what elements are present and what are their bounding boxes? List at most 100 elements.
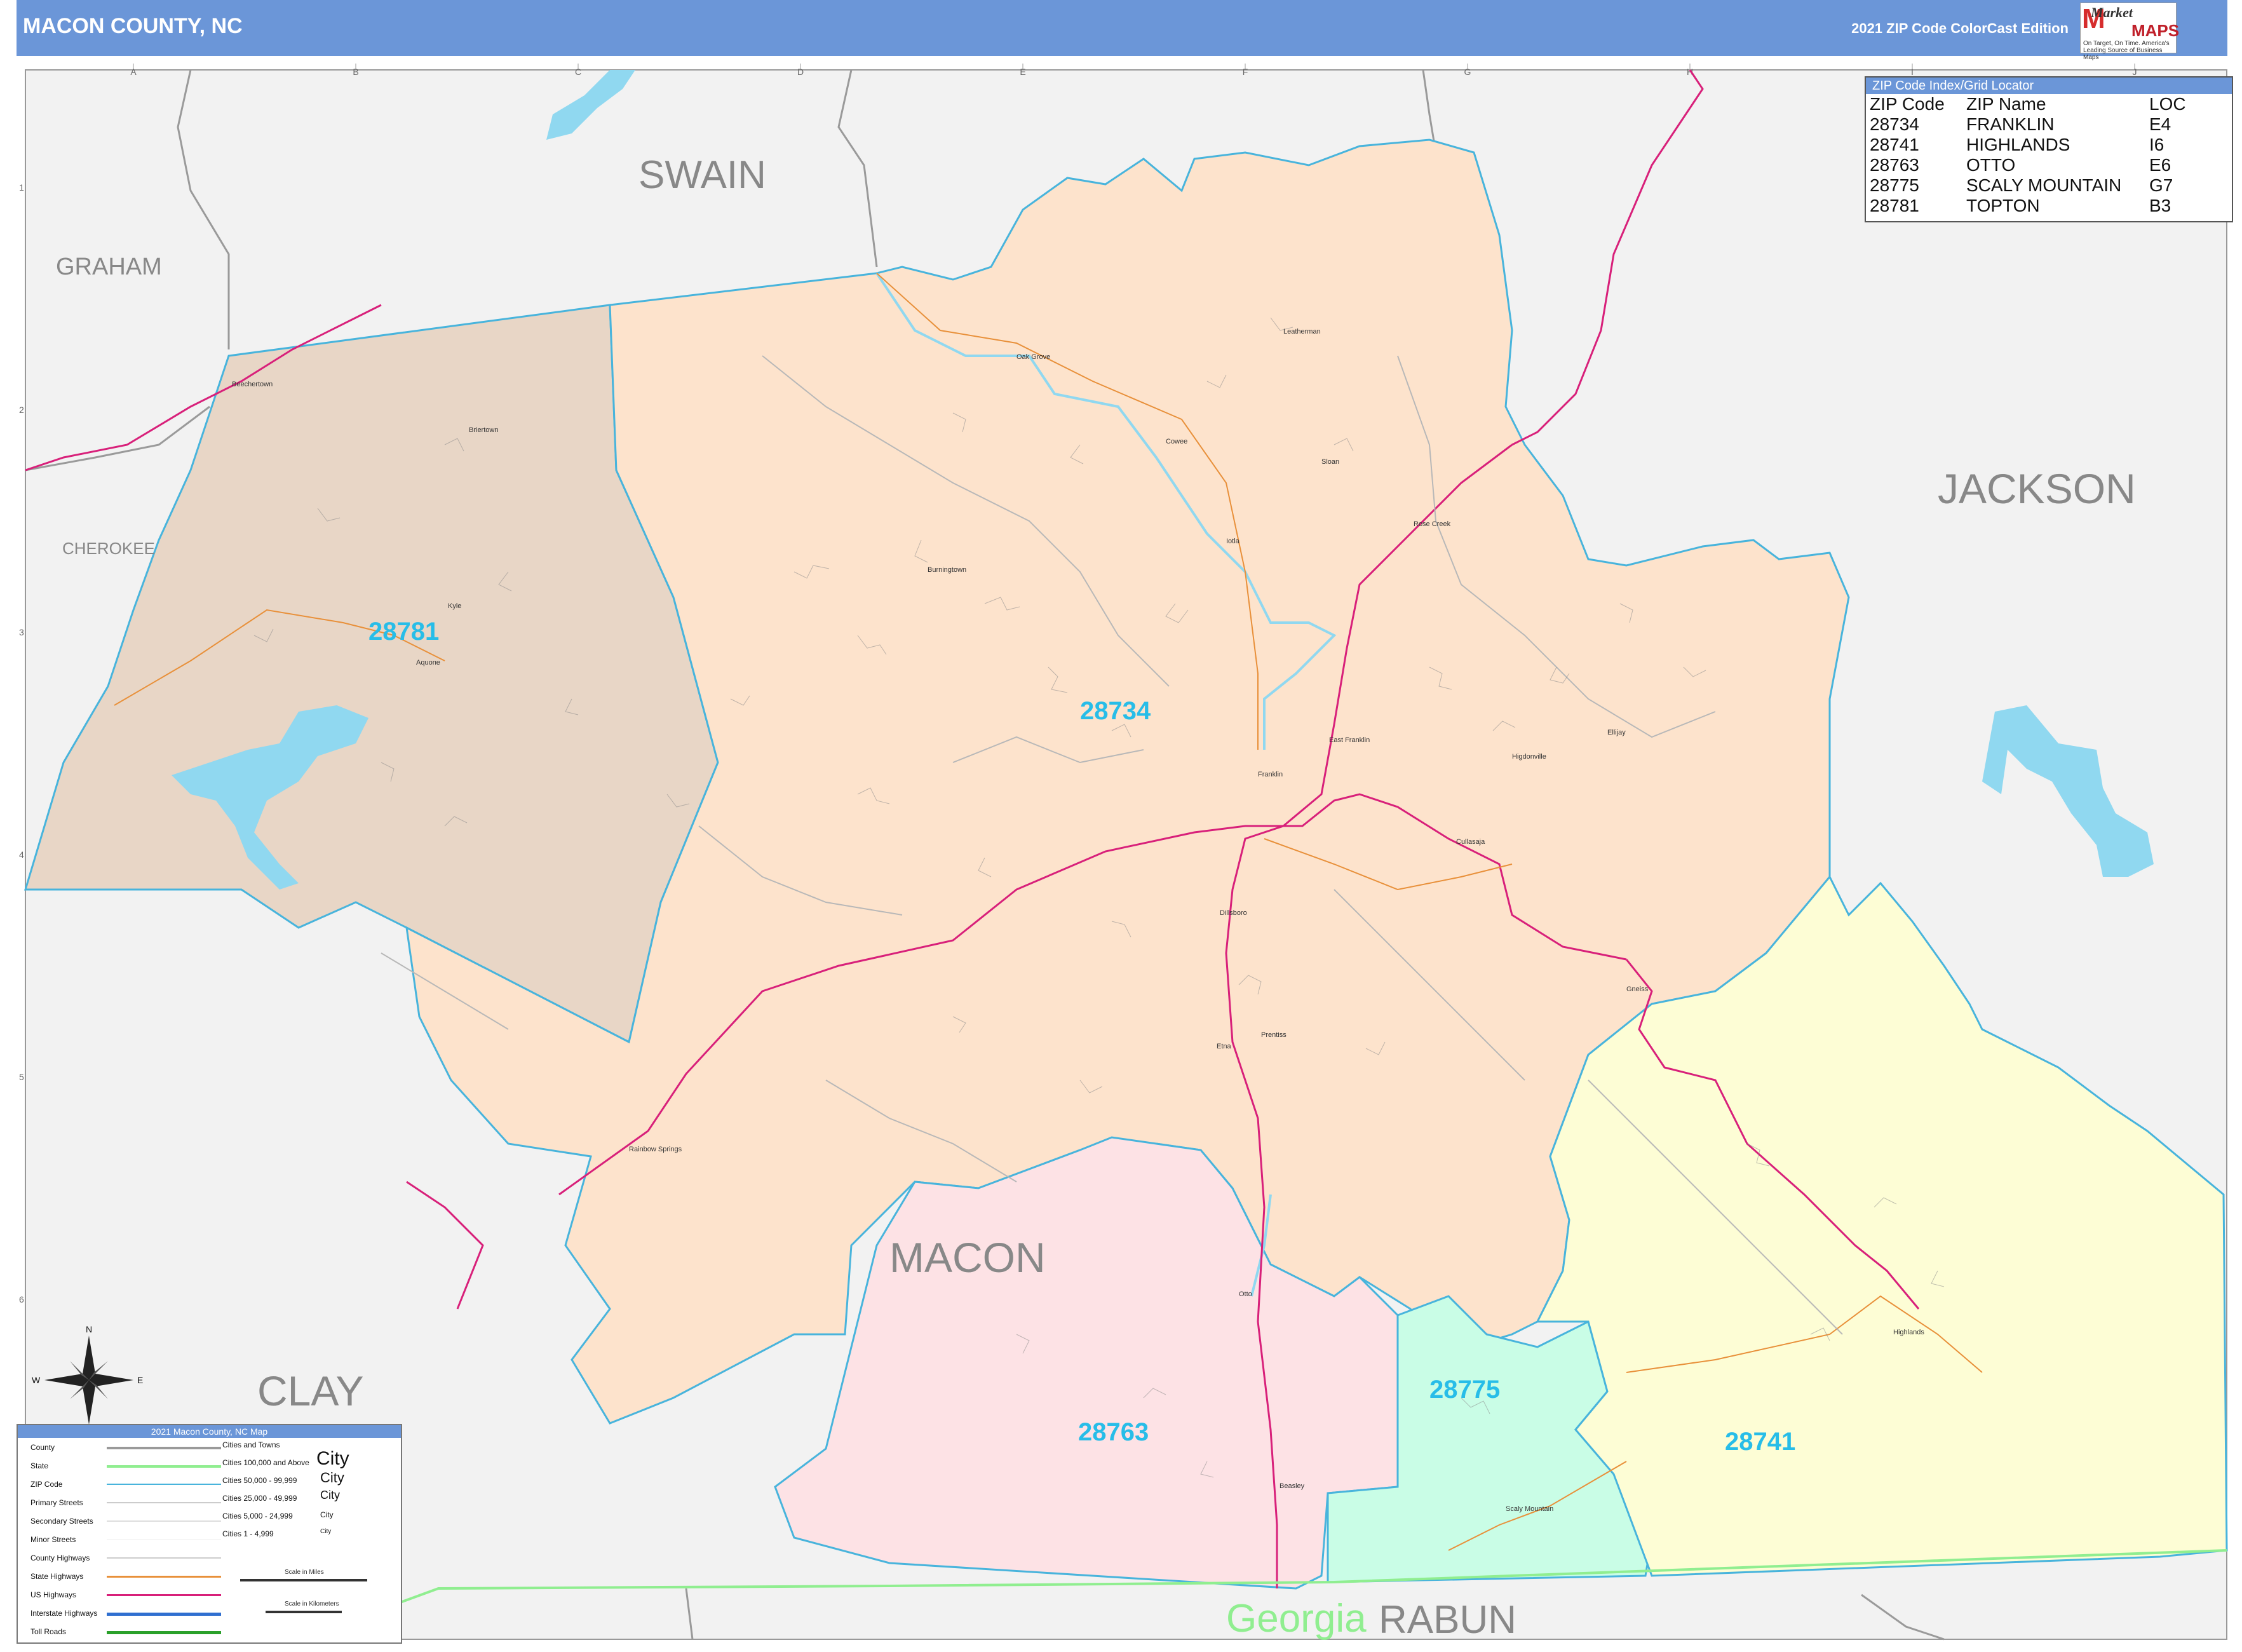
- map-legend: 2021 Macon County, NC Map County State Z…: [17, 1424, 402, 1644]
- legend-us-hwy: US Highways: [30, 1590, 77, 1599]
- grid-col-b: B: [353, 67, 358, 77]
- legend-interstate: Interstate Highways: [30, 1609, 98, 1618]
- zip-loc-cell: E4: [2149, 114, 2171, 134]
- legend-city-sample-tiny: City: [320, 1528, 332, 1535]
- town-scaly-mountain: Scaly Mountain: [1506, 1505, 1553, 1513]
- legend-scale-miles-bar: [240, 1579, 367, 1581]
- legend-swatch-interstate: [107, 1613, 221, 1616]
- town-rainbow-springs: Rainbow Springs: [629, 1146, 682, 1153]
- zip-loc-cell: G7: [2149, 175, 2173, 195]
- legend-city-sample-xsmall: City: [320, 1510, 334, 1519]
- town-oak-grove: Oak Grove: [1016, 353, 1050, 361]
- town-cowee: Cowee: [1166, 438, 1187, 445]
- town-gneiss: Gneiss: [1626, 985, 1649, 993]
- zip-name-cell: HIGHLANDS: [1966, 135, 2070, 154]
- town-beasley: Beasley: [1280, 1482, 1305, 1490]
- legend-swatch-primary: [107, 1502, 221, 1503]
- grid-col-d: D: [797, 67, 804, 77]
- zip-code-cell: 28775: [1870, 175, 1919, 195]
- town-otto: Otto: [1239, 1290, 1252, 1298]
- zip-code-map: A B C D E F G H I J 1 2 3 4 5 6 7: [19, 64, 2228, 1642]
- compass-e: E: [137, 1375, 143, 1385]
- zip-name-cell: OTTO: [1966, 155, 2016, 175]
- legend-city-sample-large: City: [316, 1448, 349, 1469]
- grid-col-j: J: [2133, 67, 2137, 77]
- legend-city-tier-3: Cities 25,000 - 49,999: [222, 1494, 297, 1503]
- zip-code-cell: 28741: [1870, 135, 1919, 154]
- town-leatherman: Leatherman: [1283, 328, 1321, 335]
- legend-city-tier-4: Cities 5,000 - 24,999: [222, 1512, 293, 1520]
- town-higdonville: Higdonville: [1512, 753, 1546, 761]
- town-iotla: Iotla: [1226, 538, 1240, 545]
- zip-name-cell: SCALY MOUNTAIN: [1966, 175, 2122, 195]
- zip-index-col-name: ZIP Name: [1966, 94, 2046, 114]
- legend-state-hwy: State Highways: [30, 1572, 84, 1581]
- legend-minor: Minor Streets: [30, 1535, 76, 1544]
- county-label-rabun: RABUN: [1379, 1598, 1516, 1642]
- grid-row-6: 6: [19, 1294, 24, 1304]
- town-dillsboro: Dillsboro: [1220, 909, 1247, 917]
- legend-swatch-zip: [107, 1484, 221, 1485]
- legend-scale-km-label: Scale in Kilometers: [285, 1601, 339, 1608]
- zip-label-28734: 28734: [1080, 697, 1151, 725]
- legend-scale-miles-label: Scale in Miles: [285, 1569, 324, 1576]
- zip-label-28775: 28775: [1429, 1376, 1500, 1404]
- legend-swatch-us-hwy: [107, 1594, 221, 1596]
- legend-swatch-state-hwy: [107, 1576, 221, 1578]
- legend-county: County: [30, 1443, 55, 1452]
- county-label-graham: GRAHAM: [56, 254, 162, 280]
- legend-state: State: [30, 1461, 49, 1470]
- grid-row-3: 3: [19, 627, 24, 637]
- town-burningtown: Burningtown: [928, 566, 966, 574]
- zip-index-row: 28734 FRANKLIN E4: [1870, 114, 2213, 135]
- zip-label-28763: 28763: [1078, 1418, 1149, 1446]
- zip-index-title: ZIP Code Index/Grid Locator: [1866, 78, 2232, 94]
- legend-title: 2021 Macon County, NC Map: [18, 1425, 401, 1438]
- grid-col-g: G: [1464, 67, 1471, 77]
- grid-col-a: A: [130, 67, 137, 77]
- grid-row-labels: 1 2 3 4 5 6 7: [19, 182, 24, 1527]
- county-label-clay: CLAY: [257, 1367, 364, 1414]
- zip-index-row: 28741 HIGHLANDS I6: [1870, 135, 2213, 155]
- legend-city-sample-medium: City: [320, 1470, 344, 1486]
- county-label-cherokee: CHEROKEE: [62, 539, 155, 558]
- zip-label-28781: 28781: [368, 618, 439, 646]
- grid-col-e: E: [1020, 67, 1025, 77]
- town-highlands: Highlands: [1893, 1329, 1924, 1336]
- legend-city-tier-5: Cities 1 - 4,999: [222, 1529, 274, 1538]
- zip-name-cell: TOPTON: [1966, 196, 2040, 215]
- legend-swatch-minor: [107, 1539, 221, 1540]
- town-prentiss: Prentiss: [1261, 1031, 1286, 1039]
- legend-city-sample-small: City: [320, 1489, 340, 1501]
- legend-city-tier-2: Cities 50,000 - 99,999: [222, 1476, 297, 1485]
- town-rose-creek: Rose Creek: [1414, 520, 1451, 528]
- legend-city-tier-1: Cities 100,000 and Above: [222, 1458, 309, 1467]
- legend-swatch-secondary: [107, 1520, 221, 1522]
- zip-index-row: 28763 OTTO E6: [1870, 155, 2213, 175]
- zip-loc-cell: E6: [2149, 155, 2171, 175]
- county-label-swain: SWAIN: [638, 153, 766, 197]
- zip-code-index: ZIP Code Index/Grid Locator ZIP Code ZIP…: [1865, 76, 2233, 222]
- grid-col-c: C: [575, 67, 581, 77]
- county-label-macon: MACON: [889, 1234, 1046, 1281]
- legend-zip: ZIP Code: [30, 1480, 63, 1489]
- grid-row-2: 2: [19, 405, 24, 415]
- zip-loc-cell: I6: [2149, 135, 2164, 154]
- grid-col-f: F: [1243, 67, 1248, 77]
- legend-swatch-county-hwy: [107, 1557, 221, 1559]
- town-ellijay: Ellijay: [1607, 729, 1626, 736]
- grid-row-5: 5: [19, 1072, 24, 1082]
- zip-label-28741: 28741: [1725, 1428, 1795, 1456]
- compass-n: N: [86, 1324, 92, 1334]
- legend-cities-title: Cities and Towns: [222, 1440, 280, 1449]
- compass-w: W: [32, 1375, 41, 1385]
- town-kyle: Kyle: [448, 602, 461, 610]
- grid-frame: [133, 64, 2135, 70]
- town-sloan: Sloan: [1321, 458, 1339, 466]
- zip-index-header-row: ZIP Code ZIP Name LOC: [1870, 94, 2213, 114]
- town-franklin: Franklin: [1258, 771, 1283, 778]
- legend-scale-km-bar: [266, 1611, 342, 1613]
- town-east-franklin: East Franklin: [1329, 736, 1370, 744]
- legend-primary: Primary Streets: [30, 1498, 83, 1507]
- zip-code-cell: 28734: [1870, 114, 1919, 134]
